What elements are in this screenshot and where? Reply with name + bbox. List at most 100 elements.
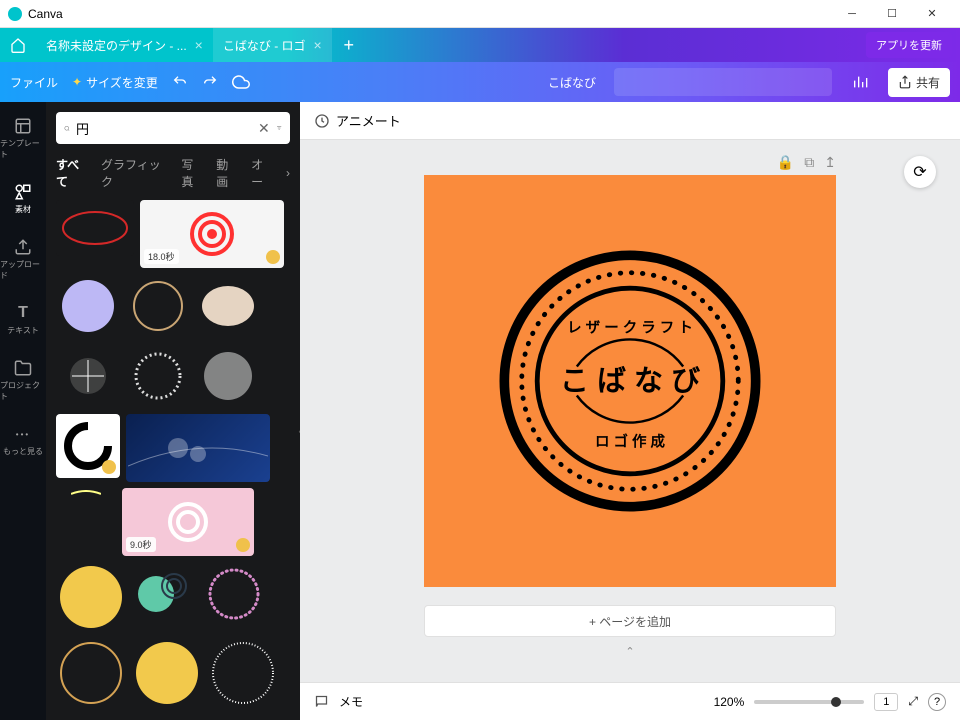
elements-panel: ✕ すべて グラフィック 写真 動画 オー › 18.0秒 (46, 102, 300, 720)
search-input[interactable] (76, 121, 252, 136)
rail-text[interactable]: T テキスト (0, 299, 46, 340)
main-toolbar: ファイル ✦ サイズを変更 こばなび 共有 (0, 62, 960, 102)
page-indicator-caret[interactable]: ⌃ (625, 645, 634, 658)
add-page-button[interactable]: + ページを追加 (424, 605, 836, 637)
duplicate-page-icon[interactable]: ⧉ (804, 154, 814, 171)
notes-icon (314, 694, 329, 709)
document-title[interactable]: こばなび (548, 74, 596, 91)
stats-button[interactable] (846, 68, 874, 96)
update-app-button[interactable]: アプリを更新 (866, 32, 952, 58)
logo-bottom-text: ロ ゴ 作 成 (595, 433, 666, 451)
minimize-button[interactable]: ─ (832, 0, 872, 28)
rail-elements[interactable]: 素材 (0, 178, 46, 219)
filter-graphics[interactable]: グラフィック (101, 156, 169, 190)
element-thumb[interactable] (56, 274, 120, 338)
canvas-area: アニメート 🔒 ⧉ ↥ ⟳ レ ザ ー ク ラ フ ト こ ば な び ロ ゴ … (300, 102, 960, 720)
filter-all[interactable]: すべて (56, 156, 89, 190)
search-results: 18.0秒 (46, 196, 300, 720)
artboard[interactable]: レ ザ ー ク ラ フ ト こ ば な び ロ ゴ 作 成 (424, 175, 836, 587)
share-button[interactable]: 共有 (888, 68, 950, 97)
redo-button[interactable] (202, 74, 218, 90)
zoom-level[interactable]: 120% (714, 695, 745, 709)
template-icon (13, 116, 33, 136)
undo-button[interactable] (172, 74, 188, 90)
logo-design[interactable]: レ ザ ー ク ラ フ ト こ ば な び ロ ゴ 作 成 (485, 236, 775, 526)
filter-settings-icon[interactable] (276, 120, 282, 136)
element-thumb[interactable] (202, 562, 266, 626)
document-tab[interactable]: 名称未設定のデザイン - ... × (36, 28, 213, 62)
animate-icon (314, 113, 330, 129)
filter-photos[interactable]: 写真 (181, 156, 204, 190)
rail-projects[interactable]: プロジェクト (0, 354, 46, 406)
premium-crown-icon (236, 538, 250, 552)
element-thumb[interactable] (196, 344, 260, 408)
lock-page-icon[interactable]: 🔒 (777, 154, 794, 171)
refresh-button[interactable]: ⟳ (904, 156, 936, 188)
element-thumb[interactable]: 18.0秒 (140, 200, 284, 268)
close-tab-icon[interactable]: × (314, 37, 322, 53)
element-thumb[interactable] (126, 414, 270, 482)
add-tab-button[interactable]: + (332, 28, 366, 62)
element-thumb[interactable] (126, 344, 190, 408)
left-rail: テンプレート 素材 アップロード T テキスト プロジェクト ••• もっと見る (0, 102, 46, 720)
zoom-slider-thumb[interactable] (831, 697, 841, 707)
tab-label: 名称未設定のデザイン - ... (46, 37, 187, 54)
filter-videos[interactable]: 動画 (216, 156, 239, 190)
logo-center-text: こ ば な び (560, 365, 700, 398)
canva-logo-icon (8, 7, 22, 21)
more-icon: ••• (13, 424, 33, 444)
element-thumb[interactable] (132, 638, 202, 708)
filter-audio[interactable]: オー (251, 156, 274, 190)
element-thumb[interactable] (208, 638, 278, 708)
close-window-button[interactable]: ✕ (912, 0, 952, 28)
search-box[interactable]: ✕ (56, 112, 290, 144)
element-thumb[interactable] (132, 562, 196, 626)
page-number[interactable]: 1 (874, 693, 898, 711)
premium-crown-icon (102, 460, 116, 474)
element-thumb[interactable] (56, 638, 126, 708)
text-icon: T (13, 303, 33, 323)
rail-more[interactable]: ••• もっと見る (0, 420, 46, 461)
file-menu[interactable]: ファイル (10, 74, 58, 91)
element-thumb[interactable] (56, 488, 116, 500)
document-tabbar: 名称未設定のデザイン - ... × こばなび - ロゴ × + アプリを更新 (0, 28, 960, 62)
title-input-field[interactable] (614, 68, 832, 96)
cloud-sync-icon[interactable] (232, 73, 250, 91)
close-tab-icon[interactable]: × (195, 37, 203, 53)
document-tab[interactable]: こばなび - ロゴ × (213, 28, 332, 62)
element-thumb[interactable] (56, 344, 120, 408)
filter-tabs: すべて グラフィック 写真 動画 オー › (46, 150, 300, 196)
tab-label: こばなび - ロゴ (223, 37, 306, 54)
fullscreen-button[interactable]: ⤢ (908, 694, 918, 709)
clear-search-icon[interactable]: ✕ (258, 120, 270, 137)
notes-button[interactable]: メモ (339, 693, 363, 710)
premium-crown-icon (266, 250, 280, 264)
home-button[interactable] (0, 28, 36, 62)
scroll-filters-icon[interactable]: › (286, 166, 290, 180)
element-thumb[interactable] (196, 274, 260, 338)
element-thumb[interactable] (56, 414, 120, 478)
upload-icon (13, 237, 33, 257)
rail-uploads[interactable]: アップロード (0, 233, 46, 285)
window-titlebar: Canva ─ ☐ ✕ (0, 0, 960, 28)
logo-top-text: レ ザ ー ク ラ フ ト (567, 320, 693, 337)
elements-icon (13, 182, 33, 202)
rail-templates[interactable]: テンプレート (0, 112, 46, 164)
page-share-icon[interactable]: ↥ (824, 154, 836, 171)
element-thumb[interactable] (56, 200, 134, 256)
element-thumb[interactable]: 9.0秒 (122, 488, 254, 556)
maximize-button[interactable]: ☐ (872, 0, 912, 28)
resize-button[interactable]: ✦ サイズを変更 (72, 74, 158, 91)
app-name: Canva (28, 7, 63, 21)
duration-badge: 9.0秒 (126, 537, 156, 552)
folder-icon (13, 358, 33, 378)
element-thumb[interactable] (126, 274, 190, 338)
element-thumb[interactable] (56, 562, 126, 632)
canvas-toolbar: アニメート (300, 102, 960, 140)
help-button[interactable]: ? (928, 693, 946, 711)
canvas-bottom-bar: メモ 120% 1 ⤢ ? (300, 682, 960, 720)
animate-button[interactable]: アニメート (336, 111, 401, 130)
canvas-viewport[interactable]: 🔒 ⧉ ↥ ⟳ レ ザ ー ク ラ フ ト こ ば な び ロ ゴ 作 成 + … (300, 140, 960, 682)
search-icon (64, 121, 70, 136)
zoom-slider[interactable] (754, 700, 864, 704)
